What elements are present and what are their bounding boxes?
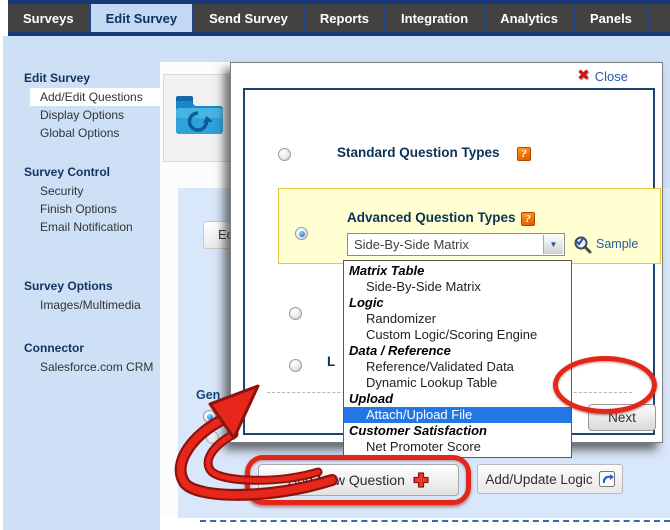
content-header-panel <box>163 74 240 162</box>
tab-panels[interactable]: Panels <box>575 4 649 32</box>
sidebar-item-display-options[interactable]: Display Options <box>30 106 160 124</box>
dialog-close[interactable]: ✖ Close <box>577 68 628 84</box>
sidebar-item-email-notification[interactable]: Email Notification <box>30 218 160 236</box>
top-nav-tabs: SurveysEdit SurveySend SurveyReportsInte… <box>8 4 670 32</box>
add-update-logic-button[interactable]: Add/Update Logic <box>477 464 623 494</box>
chevron-down-icon[interactable]: ▼ <box>543 235 563 254</box>
annotation-ellipse-next <box>553 356 657 414</box>
advanced-question-types-label: Advanced Question Types <box>347 210 516 225</box>
sidebar-item-global-options[interactable]: Global Options <box>30 124 160 142</box>
dropdown-option-dynamic-lookup-table[interactable]: Dynamic Lookup Table <box>344 375 571 391</box>
question-type-select[interactable]: Side-By-Side Matrix ▼ <box>347 233 565 256</box>
standard-question-types-label: Standard Question Types <box>337 145 500 160</box>
dropdown-group-header-matrix-table: Matrix Table <box>344 263 571 279</box>
question-type-select-value: Side-By-Side Matrix <box>354 237 469 252</box>
tab-integration[interactable]: Integration <box>386 4 485 32</box>
sidebar-section-connector: ConnectorSalesforce.com CRM <box>6 338 160 376</box>
top-nav: SurveysEdit SurveySend SurveyReportsInte… <box>8 0 670 36</box>
sidebar-item-security[interactable]: Security <box>30 182 160 200</box>
section-divider-dashed <box>200 520 670 522</box>
library-option-label: L <box>327 354 335 369</box>
sidebar-item-add-edit-questions[interactable]: Add/Edit Questions <box>30 88 160 106</box>
sidebar-section-title: Connector <box>6 338 160 358</box>
dropdown-group-header-logic: Logic <box>344 295 571 311</box>
sidebar-section-survey-control: Survey ControlSecurityFinish OptionsEmai… <box>6 162 160 236</box>
close-icon[interactable]: ✖ <box>577 68 590 84</box>
annotation-arrow <box>160 372 360 510</box>
dropdown-group-header-upload: Upload <box>344 391 571 407</box>
standard-question-types-radio[interactable] <box>278 148 291 161</box>
sidebar-section-title: Survey Control <box>6 162 160 182</box>
question-type-dropdown-list: Matrix TableSide-By-Side MatrixLogicRand… <box>343 260 572 458</box>
dropdown-option-custom-logic-scoring-engine[interactable]: Custom Logic/Scoring Engine <box>344 327 571 343</box>
tab-surveys[interactable]: Surveys <box>8 4 91 32</box>
edit-survey-screen: SurveysEdit SurveySend SurveyReportsInte… <box>0 0 670 530</box>
magnifier-icon[interactable] <box>572 234 592 254</box>
sidebar-item-finish-options[interactable]: Finish Options <box>30 200 160 218</box>
dropdown-option-randomizer[interactable]: Randomizer <box>344 311 571 327</box>
nav-filler <box>649 4 670 32</box>
tab-analytics[interactable]: Analytics <box>485 4 575 32</box>
hidden-option-radio[interactable] <box>289 307 302 320</box>
reorder-questions-folder-icon[interactable] <box>173 92 223 134</box>
tab-reports[interactable]: Reports <box>305 4 386 32</box>
dropdown-option-reference-validated-data[interactable]: Reference/Validated Data <box>344 359 571 375</box>
tab-send-survey[interactable]: Send Survey <box>194 4 305 32</box>
close-label[interactable]: Close <box>595 69 628 84</box>
sidebar-item-salesforce-com-crm[interactable]: Salesforce.com CRM <box>30 358 160 376</box>
dropdown-option-attach-upload-file[interactable]: Attach/Upload File <box>344 407 571 423</box>
dropdown-group-header-customer-satisfaction: Customer Satisfaction <box>344 423 571 439</box>
help-icon[interactable]: ? <box>517 147 531 161</box>
sidebar-section-title: Edit Survey <box>6 68 160 88</box>
sample-link[interactable]: Sample <box>596 237 638 251</box>
sidebar-item-images-multimedia[interactable]: Images/Multimedia <box>30 296 160 314</box>
help-icon[interactable]: ? <box>521 212 535 226</box>
dropdown-option-net-promoter-score[interactable]: Net Promoter Score <box>344 439 571 455</box>
sidebar-section-survey-options: Survey OptionsImages/Multimedia <box>6 276 160 314</box>
dropdown-option-side-by-side-matrix[interactable]: Side-By-Side Matrix <box>344 279 571 295</box>
advanced-question-types-radio[interactable] <box>295 227 308 240</box>
sidebar-section-title: Survey Options <box>6 276 160 296</box>
dropdown-group-header-data-reference: Data / Reference <box>344 343 571 359</box>
logic-icon <box>599 471 615 487</box>
sidebar: Edit SurveyAdd/Edit QuestionsDisplay Opt… <box>6 36 160 530</box>
sidebar-section-edit-survey: Edit SurveyAdd/Edit QuestionsDisplay Opt… <box>6 68 160 142</box>
library-option-radio[interactable] <box>289 359 302 372</box>
tab-edit-survey[interactable]: Edit Survey <box>91 4 195 32</box>
add-update-logic-label: Add/Update Logic <box>485 472 592 487</box>
